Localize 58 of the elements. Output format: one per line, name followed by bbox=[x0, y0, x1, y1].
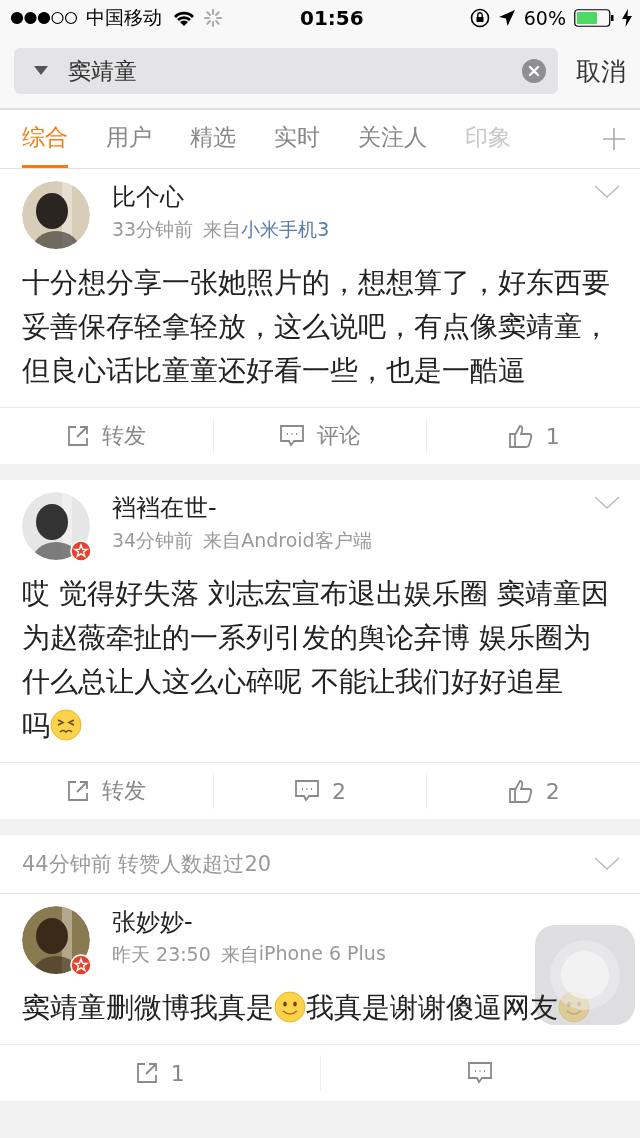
tab[interactable]: 精选 bbox=[190, 110, 236, 168]
clock-time: 01:56 bbox=[300, 6, 364, 30]
post-time: 33分钟前 bbox=[112, 217, 194, 242]
cancel-button[interactable]: 取消 bbox=[576, 54, 626, 88]
source-label: 来自 bbox=[203, 217, 242, 242]
comment-button[interactable]: 评论 bbox=[213, 418, 428, 454]
tab[interactable]: 关注人 bbox=[358, 110, 427, 168]
share-icon bbox=[134, 1061, 159, 1085]
post-text: 我真是谢谢傻逼网友 bbox=[306, 990, 558, 1026]
post-time: 昨天 23:50 bbox=[112, 942, 211, 967]
battery-icon bbox=[574, 9, 614, 27]
like-button[interactable]: 1 bbox=[427, 418, 640, 454]
battery-percent: 60% bbox=[523, 7, 566, 29]
chevron-down-icon[interactable] bbox=[594, 496, 620, 510]
share-icon bbox=[66, 424, 91, 448]
add-icon[interactable] bbox=[602, 127, 626, 151]
comment-icon bbox=[467, 1061, 494, 1085]
rotation-lock-icon bbox=[469, 8, 490, 28]
user-name[interactable]: 张妙妙- bbox=[112, 906, 620, 938]
smiley-icon bbox=[558, 991, 590, 1023]
charging-bolt-icon bbox=[622, 9, 632, 27]
repost-button[interactable]: 1 bbox=[0, 1055, 321, 1091]
share-icon bbox=[66, 779, 91, 803]
post-text: 哎 觉得好失落 刘志宏宣布退出娱乐圈 窦靖童因为赵薇牵扯的一系列引发的舆论弃博 娱乐圈为什么总让人这么心碎呢 不能让我们好好追星 bbox=[22, 576, 610, 700]
comment-button[interactable]: 2 bbox=[213, 773, 428, 809]
user-name[interactable]: 裆裆在世- bbox=[112, 492, 572, 524]
thumbs-up-icon bbox=[507, 778, 534, 804]
search-field[interactable]: 窦靖童 bbox=[14, 48, 558, 94]
post-time: 34分钟前 bbox=[112, 528, 194, 553]
signal-icon bbox=[10, 11, 78, 25]
source-label: 来自 bbox=[220, 942, 259, 967]
repost-button[interactable]: 转发 bbox=[0, 418, 214, 454]
dropdown-caret-icon[interactable] bbox=[34, 66, 48, 76]
comment-icon bbox=[279, 424, 305, 448]
source-link[interactable]: 小米手机3 bbox=[241, 217, 330, 243]
clear-icon[interactable] bbox=[522, 59, 546, 83]
chevron-down-icon[interactable] bbox=[594, 857, 620, 871]
carrier-name: 中国移动 bbox=[86, 5, 162, 30]
user-name[interactable]: 比个心 bbox=[112, 181, 572, 213]
post-text: 十分想分享一张她照片的，想想算了，好东西要妥善保存轻拿轻放，这么说吧，有点像窦靖童，但良心话比童童还好看一些，也是一酷逼 bbox=[22, 265, 611, 389]
source-name: Android客户端 bbox=[241, 528, 372, 553]
tab[interactable]: 用户 bbox=[106, 110, 152, 168]
tab[interactable]: 实时 bbox=[274, 110, 320, 168]
wifi-icon bbox=[172, 9, 196, 27]
repost-button[interactable]: 转发 bbox=[0, 773, 214, 809]
thumbs-up-icon bbox=[507, 423, 534, 449]
notice-text: 44分钟前 转赞人数超过20 bbox=[22, 851, 272, 878]
post-text: 吗 bbox=[22, 708, 50, 744]
comment-icon bbox=[294, 779, 320, 803]
source-label: 来自 bbox=[203, 528, 242, 553]
location-arrow-icon bbox=[497, 9, 516, 27]
post-text: 窦靖童删微博我真是 bbox=[22, 990, 274, 1026]
loading-spinner-icon bbox=[204, 9, 222, 27]
like-button[interactable]: 2 bbox=[427, 773, 640, 809]
source-name: iPhone 6 Plus bbox=[258, 942, 386, 966]
squinting-face-icon bbox=[50, 709, 82, 741]
smiley-icon bbox=[274, 991, 306, 1023]
chevron-down-icon[interactable] bbox=[594, 185, 620, 199]
